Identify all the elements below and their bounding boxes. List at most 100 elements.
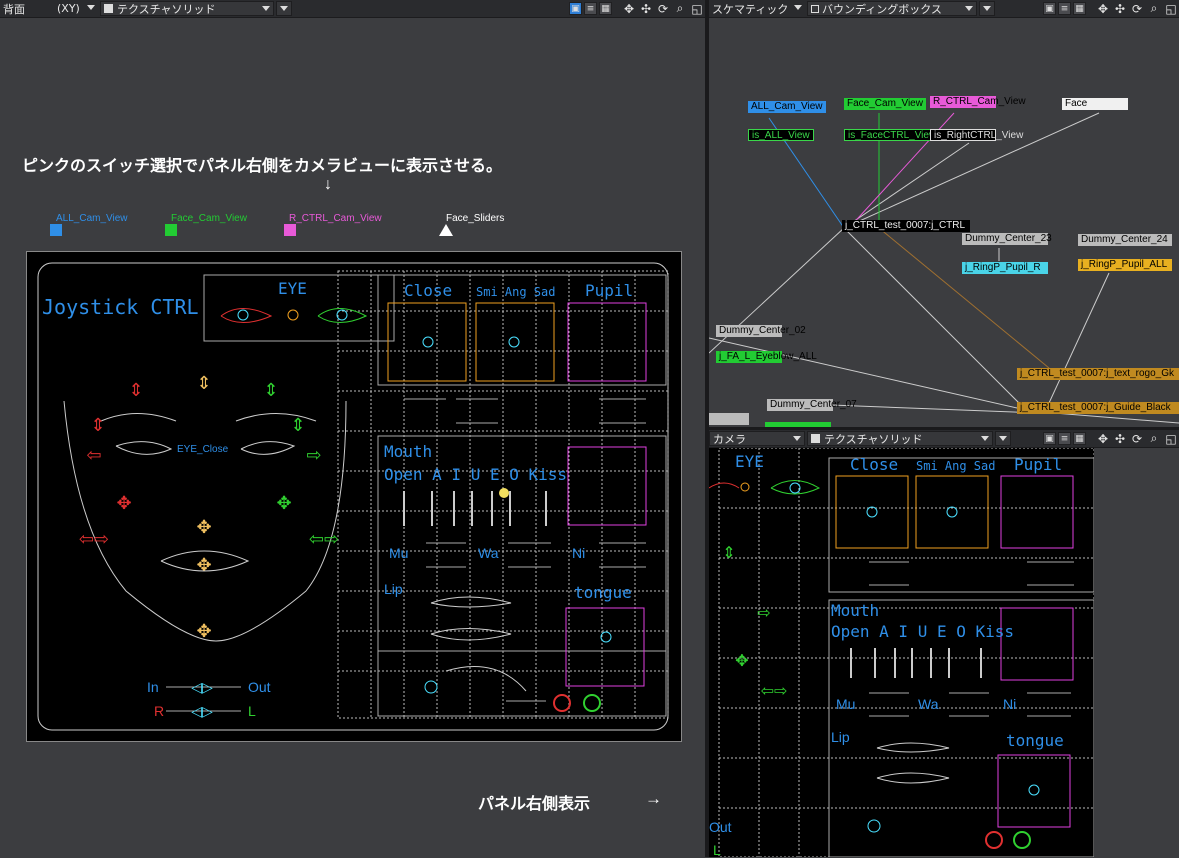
svg-text:⇦⇨: ⇦⇨ xyxy=(309,529,339,550)
camera-camera-icon[interactable]: ▣ xyxy=(1043,432,1056,445)
svg-text:⇕: ⇕ xyxy=(263,380,278,401)
schematic-pan-icon[interactable]: ✣ xyxy=(1112,1,1128,16)
grid-icon[interactable]: ▦ xyxy=(599,2,612,15)
cam-mouth-title: Mouth xyxy=(831,601,880,620)
camera-view-select[interactable]: カメラ xyxy=(709,431,805,446)
node-is-all-view[interactable]: is_ALL_View xyxy=(748,129,814,141)
schematic-zoom-icon[interactable]: ⌕ xyxy=(1146,1,1162,16)
node-face-cam-view[interactable]: Face_Cam_View xyxy=(844,98,926,110)
render-mode-value: テクスチャソリッド xyxy=(117,2,216,16)
camera-rotate-icon[interactable]: ⟳ xyxy=(1129,431,1145,446)
render-mode-select[interactable]: テクスチャソリッド xyxy=(100,1,274,16)
pan-icon[interactable]: ✣ xyxy=(638,1,654,16)
camera-mode-select[interactable]: テクスチャソリッド xyxy=(807,431,993,446)
ni-label: Ni xyxy=(572,545,586,561)
svg-text:⇕: ⇕ xyxy=(196,373,211,394)
schematic-view-select[interactable]: スケマティック xyxy=(709,1,805,16)
switch-r-ctrl-cam[interactable] xyxy=(284,224,296,236)
node-j-ctrl[interactable]: j_CTRL_test_0007:j_CTRL xyxy=(842,220,970,232)
node-all-cam-view[interactable]: ALL_Cam_View xyxy=(748,101,826,113)
schematic-rotate-icon[interactable]: ⟳ xyxy=(1129,1,1145,16)
node-partial-gray[interactable] xyxy=(709,413,749,425)
eye-close-label: EYE_Close xyxy=(177,444,229,455)
cam-eye-title: EYE xyxy=(735,452,764,471)
schematic-extra-select[interactable] xyxy=(979,1,995,16)
in-label: In xyxy=(147,679,159,695)
node-dummy-center-23[interactable]: Dummy_Center_23 xyxy=(962,233,1052,245)
maximize-icon[interactable]: ◱ xyxy=(689,1,705,16)
smi-ang-sad-title: Smi Ang Sad xyxy=(476,285,556,299)
schematic-grid-icon[interactable]: ▦ xyxy=(1073,2,1086,15)
view-select[interactable]: 背面 xyxy=(0,1,52,16)
wa-label: Wa xyxy=(478,545,499,561)
cam-ni-label: Ni xyxy=(1003,696,1017,712)
node-j-ringp-pupil-all[interactable]: j_RingP_Pupil_ALL xyxy=(1078,259,1172,271)
annotation-bottom: パネル右側表示 xyxy=(478,794,591,813)
close-title: Close xyxy=(404,281,453,300)
camera-view-header: カメラ テクスチャソリッド ▣ ≡ ▦ ✥ ✣ ⟳ ⌕ ◱ xyxy=(709,430,1179,448)
r-label: R xyxy=(154,703,165,719)
switch-face-cam-label: Face_Cam_View xyxy=(171,213,247,224)
camera-icon[interactable]: ▣ xyxy=(569,2,582,15)
node-j-guide-black[interactable]: j_CTRL_test_0007:j_Guide_Black xyxy=(1017,402,1179,414)
svg-text:⇨: ⇨ xyxy=(306,445,321,466)
mouth-title: Mouth xyxy=(384,442,433,461)
camera-grid-icon[interactable]: ▦ xyxy=(1073,432,1086,445)
schematic-list-icon[interactable]: ≡ xyxy=(1058,2,1071,15)
list-icon[interactable]: ≡ xyxy=(584,2,597,15)
node-j-text-rogo[interactable]: j_CTRL_test_0007:j_text_rogo_Gk xyxy=(1017,368,1179,380)
switch-all-cam[interactable] xyxy=(50,224,62,236)
schematic-camera-icon[interactable]: ▣ xyxy=(1043,2,1056,15)
schematic-mode-value: バウンディングボックス xyxy=(822,2,942,16)
rotate-icon[interactable]: ⟳ xyxy=(655,1,671,16)
zoom-icon[interactable]: ⌕ xyxy=(672,1,688,16)
tongue-title: tongue xyxy=(574,583,632,602)
cam-pupil-title: Pupil xyxy=(1014,455,1063,474)
svg-text:✥: ✥ xyxy=(196,621,211,642)
svg-text:◁▷: ◁▷ xyxy=(191,680,213,696)
camera-maximize-icon[interactable]: ◱ xyxy=(1163,431,1179,446)
face-sliders-triangle-icon[interactable] xyxy=(439,224,453,236)
schematic-maximize-icon[interactable]: ◱ xyxy=(1163,1,1179,16)
control-panel-drawing: ⇕ ⇕ ⇕ ⇕ ⇕ ⇦ ⇨ ✥ ✥ ✥ ⇦⇨ ⇦⇨ ✥ ✥ ◁▷ ◁▷ xyxy=(37,262,669,731)
extra-select[interactable] xyxy=(276,1,292,16)
pupil-title: Pupil xyxy=(585,281,634,300)
camera-list-icon[interactable]: ≡ xyxy=(1058,432,1071,445)
camera-view-drawing: ⇕ ⇨ ✥ ⇦⇨ xyxy=(709,448,1094,857)
annotation-top: ピンクのスイッチ選択でパネル右側をカメラビューに表示させる。 xyxy=(22,156,503,175)
node-j-fa-l-eyeblow-all[interactable]: j_FA_L_Eyeblow_ALL xyxy=(716,351,817,363)
eye-title: EYE xyxy=(278,279,307,298)
node-j-ringp-pupil-r[interactable]: j_RingP_Pupil_R xyxy=(962,262,1048,274)
node-dummy-center-24[interactable]: Dummy_Center_24 xyxy=(1078,234,1172,246)
box-icon xyxy=(811,4,819,13)
switch-r-ctrl-cam-label: R_CTRL_Cam_View xyxy=(289,213,382,224)
cam-tongue-title: tongue xyxy=(1006,731,1064,750)
schematic-move-icon[interactable]: ✥ xyxy=(1095,1,1111,16)
view-select-value: 背面 xyxy=(3,2,25,16)
node-is-rightctrl-view[interactable]: is_RightCTRL_View xyxy=(930,129,1023,141)
cam-smi-ang-sad-title: Smi Ang Sad xyxy=(916,459,996,473)
mu-label: Mu xyxy=(389,545,409,561)
camera-extra-select[interactable] xyxy=(995,431,1011,446)
axis-select[interactable]: (XY) xyxy=(54,1,98,16)
cam-mu-label: Mu xyxy=(836,696,856,712)
node-dummy-center-02[interactable]: Dummy_Center_02 xyxy=(716,325,806,337)
move-icon[interactable]: ✥ xyxy=(621,1,637,16)
svg-text:⇦⇨: ⇦⇨ xyxy=(79,529,109,550)
node-dummy-center-07[interactable]: Dummy_Center_07 xyxy=(767,399,857,411)
node-is-facectrl-view[interactable]: is_FaceCTRL_View xyxy=(844,129,940,141)
switch-face-cam[interactable] xyxy=(165,224,177,236)
node-face[interactable]: Face xyxy=(1062,98,1128,110)
cam-out-label: Out xyxy=(709,819,732,835)
camera-pan-icon[interactable]: ✣ xyxy=(1112,431,1128,446)
node-r-ctrl-cam-view[interactable]: R_CTRL_Cam_View xyxy=(930,96,1026,108)
arrow-down-icon: ↓ xyxy=(324,176,332,193)
camera-zoom-icon[interactable]: ⌕ xyxy=(1146,431,1162,446)
camera-view-value: カメラ xyxy=(713,432,746,446)
svg-text:⇨: ⇨ xyxy=(757,603,770,622)
switch-all-cam-label: ALL_Cam_View xyxy=(56,213,128,224)
camera-move-icon[interactable]: ✥ xyxy=(1095,431,1111,446)
cam-wa-label: Wa xyxy=(918,696,939,712)
schematic-mode-select[interactable]: バウンディングボックス xyxy=(807,1,977,16)
camera-view-gray-margin xyxy=(1094,448,1179,857)
